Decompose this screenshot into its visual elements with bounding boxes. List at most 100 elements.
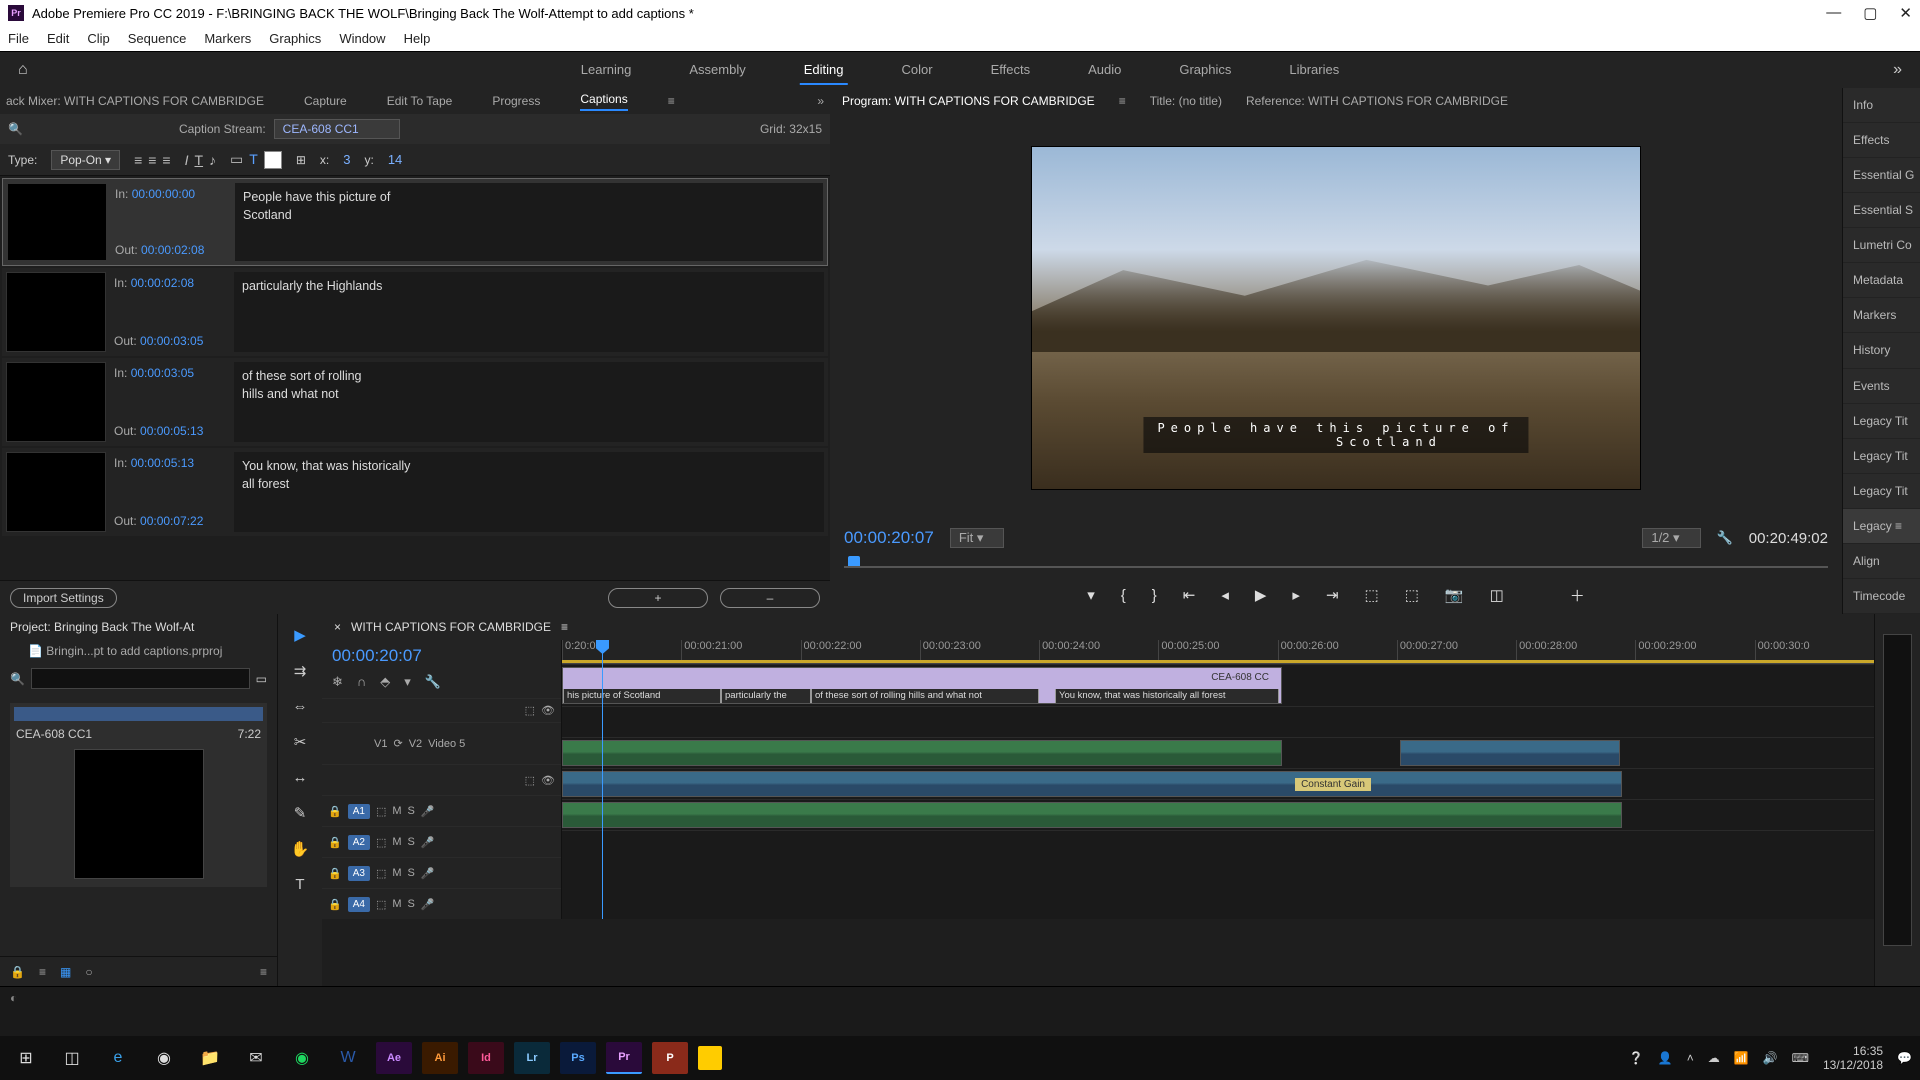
track-toggle-icon[interactable]: ⬚ bbox=[525, 774, 535, 787]
out-timecode[interactable]: 00:00:05:13 bbox=[140, 424, 203, 438]
track-a3[interactable] bbox=[562, 799, 1874, 830]
audio-clip[interactable]: Constant Gain bbox=[562, 771, 1622, 797]
wifi-icon[interactable]: 📶 bbox=[1734, 1051, 1749, 1065]
voice-icon[interactable]: 🎤 bbox=[421, 836, 435, 849]
import-settings-button[interactable]: Import Settings bbox=[10, 588, 117, 608]
track-a2[interactable]: A2 bbox=[348, 835, 370, 850]
workspace-effects[interactable]: Effects bbox=[987, 56, 1035, 85]
overwrite-icon[interactable]: 👁 bbox=[541, 704, 555, 717]
out-point-icon[interactable]: } bbox=[1152, 587, 1157, 604]
tab-track-mixer[interactable]: ack Mixer: WITH CAPTIONS FOR CAMBRIDGE bbox=[6, 94, 264, 108]
caption-row[interactable]: In: 00:00:05:13 Out: 00:00:07:22 You kno… bbox=[2, 448, 828, 536]
grid-position-icon[interactable]: ⊞ bbox=[296, 153, 306, 167]
pen-tool-icon[interactable]: ✎ bbox=[294, 804, 307, 822]
sequence-name[interactable]: WITH CAPTIONS FOR CAMBRIDGE bbox=[351, 620, 551, 634]
powerpoint-icon[interactable]: P bbox=[652, 1042, 688, 1074]
play-button[interactable]: ▶ bbox=[1255, 586, 1267, 604]
insert-icon[interactable]: ⬚ bbox=[525, 704, 535, 717]
wrench-icon[interactable]: 🔧 bbox=[425, 674, 441, 690]
add-caption-button[interactable]: + bbox=[608, 588, 708, 608]
panel-tab[interactable]: Metadata bbox=[1843, 263, 1920, 298]
align-left-icon[interactable]: ≡ bbox=[134, 152, 142, 168]
step-forward-icon[interactable]: ▸ bbox=[1292, 586, 1300, 604]
mute-icon[interactable]: M bbox=[392, 898, 401, 910]
close-button[interactable]: ✕ bbox=[1899, 4, 1912, 22]
track-a4[interactable]: A4 bbox=[348, 897, 370, 912]
wrench-icon[interactable]: 🔧 bbox=[1717, 530, 1733, 546]
after-effects-icon[interactable]: Ae bbox=[376, 1042, 412, 1074]
tray-chevron-icon[interactable]: ˄ bbox=[1687, 1051, 1694, 1065]
caption-segment[interactable]: particularly the bbox=[721, 689, 811, 703]
tab-captions[interactable]: Captions bbox=[580, 92, 627, 111]
explorer-icon[interactable]: 📁 bbox=[192, 1042, 228, 1074]
hand-tool-icon[interactable]: ✋ bbox=[291, 840, 310, 858]
playhead[interactable] bbox=[602, 640, 603, 919]
x-value[interactable]: 3 bbox=[343, 152, 350, 167]
track-a3[interactable]: A3 bbox=[348, 866, 370, 881]
home-icon[interactable]: ⌂ bbox=[18, 61, 28, 79]
underline-icon[interactable]: T bbox=[194, 152, 203, 168]
menu-markers[interactable]: Markers bbox=[204, 31, 251, 46]
marker-add-icon[interactable]: ⬘ bbox=[380, 674, 390, 690]
indesign-icon[interactable]: Id bbox=[468, 1042, 504, 1074]
notifications-icon[interactable]: 💬 bbox=[1897, 1051, 1912, 1065]
tab-progress[interactable]: Progress bbox=[492, 94, 540, 108]
panel-tab[interactable]: Effects bbox=[1843, 123, 1920, 158]
caption-segment[interactable]: his picture of Scotland bbox=[563, 689, 721, 703]
marker-icon[interactable]: ▾ bbox=[1087, 586, 1095, 604]
program-monitor[interactable]: People have this picture of Scotland bbox=[1031, 146, 1641, 490]
solo-icon[interactable]: S bbox=[408, 836, 415, 848]
button-editor-icon[interactable]: ＋ bbox=[1570, 585, 1585, 606]
track-select-tool-icon[interactable]: ⇉ bbox=[294, 662, 307, 680]
time-ruler[interactable]: 0:20:0000:00:21:0000:00:22:0000:00:23:00… bbox=[562, 640, 1874, 664]
align-center-icon[interactable]: ≡ bbox=[148, 152, 156, 168]
help-icon[interactable]: ❔ bbox=[1629, 1051, 1644, 1065]
tab-edit-to-tape[interactable]: Edit To Tape bbox=[387, 94, 453, 108]
workspace-learning[interactable]: Learning bbox=[577, 56, 636, 85]
track-toggle-icon[interactable]: ⬚ bbox=[376, 867, 386, 880]
extract-icon[interactable]: ⬚ bbox=[1405, 586, 1419, 604]
menu-sequence[interactable]: Sequence bbox=[128, 31, 187, 46]
chrome-icon[interactable]: ◉ bbox=[146, 1042, 182, 1074]
audio-clip[interactable] bbox=[1400, 740, 1620, 766]
search-icon[interactable]: 🔍 bbox=[8, 122, 23, 136]
y-value[interactable]: 14 bbox=[388, 152, 402, 167]
caption-segment[interactable]: You know, that was historically all fore… bbox=[1055, 689, 1279, 703]
in-timecode[interactable]: 00:00:05:13 bbox=[131, 456, 194, 470]
caption-stream-select[interactable]: CEA-608 CC1 bbox=[274, 119, 400, 139]
menu-help[interactable]: Help bbox=[404, 31, 431, 46]
panel-tab[interactable]: Essential S bbox=[1843, 193, 1920, 228]
settings-icon[interactable]: ▾ bbox=[404, 674, 411, 690]
lift-icon[interactable]: ⬚ bbox=[1365, 586, 1379, 604]
lock-icon[interactable]: 🔒 bbox=[328, 836, 342, 849]
in-timecode[interactable]: 00:00:00:00 bbox=[132, 187, 195, 201]
start-button[interactable]: ⊞ bbox=[8, 1042, 44, 1074]
word-icon[interactable]: W bbox=[330, 1042, 366, 1074]
type-tool-icon[interactable]: T bbox=[295, 876, 304, 893]
voice-icon[interactable]: 🎤 bbox=[421, 867, 435, 880]
export-frame-icon[interactable]: 📷 bbox=[1445, 586, 1464, 604]
solo-icon[interactable]: S bbox=[408, 805, 415, 817]
caption-row[interactable]: In: 00:00:02:08 Out: 00:00:03:05 particu… bbox=[2, 268, 828, 356]
photoshop-icon[interactable]: Ps bbox=[560, 1042, 596, 1074]
ripple-tool-icon[interactable]: ⇔ bbox=[293, 698, 308, 715]
rw-toggle-icon[interactable]: 🔒 bbox=[10, 965, 25, 979]
out-timecode[interactable]: 00:00:07:22 bbox=[140, 514, 203, 528]
remove-caption-button[interactable]: – bbox=[720, 588, 820, 608]
panel-tab[interactable]: Legacy Tit bbox=[1843, 439, 1920, 474]
caption-segment[interactable]: of these sort of rolling hills and what … bbox=[811, 689, 1039, 703]
panel-tab[interactable]: Markers bbox=[1843, 298, 1920, 333]
system-clock[interactable]: 16:35 13/12/2018 bbox=[1823, 1044, 1883, 1073]
menu-clip[interactable]: Clip bbox=[87, 31, 109, 46]
tab-title[interactable]: Title: (no title) bbox=[1150, 94, 1222, 108]
project-search-input[interactable] bbox=[31, 668, 250, 689]
track-a1[interactable]: A1 bbox=[348, 804, 370, 819]
caption-text[interactable]: You know, that was historicallyall fores… bbox=[234, 452, 824, 532]
slip-tool-icon[interactable]: ↔ bbox=[293, 769, 308, 786]
italic-icon[interactable]: I bbox=[185, 152, 189, 168]
track-toggle-icon[interactable]: ⬚ bbox=[376, 836, 386, 849]
track-v2[interactable]: CEA-608 CC his picture of Scotlandpartic… bbox=[562, 664, 1874, 706]
volume-icon[interactable]: 🔊 bbox=[1763, 1051, 1778, 1065]
go-to-in-icon[interactable]: ⇤ bbox=[1183, 586, 1196, 604]
current-timecode[interactable]: 00:00:20:07 bbox=[844, 528, 934, 548]
